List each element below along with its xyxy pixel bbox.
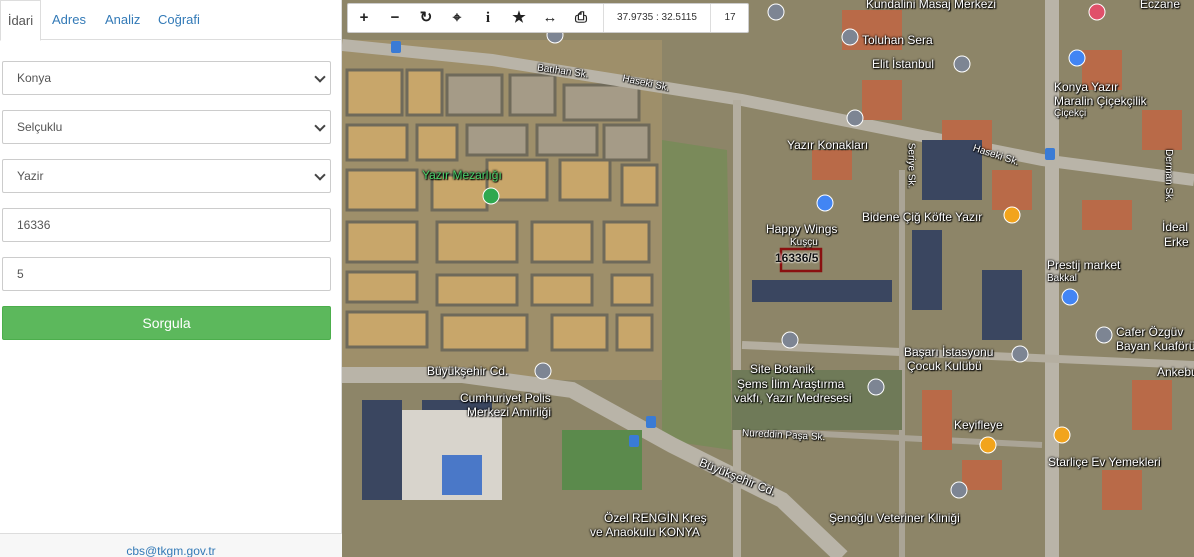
zoom-level: 17 bbox=[724, 12, 736, 23]
poi-merkezi: Merkezi Amirliği bbox=[467, 405, 552, 419]
info-icon[interactable]: i bbox=[473, 4, 503, 32]
locate-icon[interactable]: ⌖ bbox=[442, 4, 472, 32]
print-icon[interactable]: ⎙ bbox=[566, 4, 596, 32]
poi-mezarlik[interactable]: Yazır Mezarlığı bbox=[422, 168, 502, 182]
poi-ideal[interactable]: İdeal bbox=[1162, 220, 1188, 234]
poi-bakkal: Bakkal bbox=[1047, 273, 1078, 284]
district-value: Selçuklu bbox=[17, 120, 63, 134]
coordinate-readout: 37.9735 : 32.5115 bbox=[603, 4, 711, 32]
parcel-input[interactable]: 5 bbox=[2, 257, 331, 291]
poi-bidene[interactable]: Bidene Çiğ Köfte Yazır bbox=[862, 210, 982, 224]
poi-bayan[interactable]: Bayan Kuaförü bbox=[1116, 339, 1194, 353]
poi-eczane[interactable]: Eczane bbox=[1140, 0, 1180, 11]
poi-marali2[interactable]: Maralin Çiçekçilik bbox=[1054, 94, 1147, 108]
zoom-in-icon[interactable]: + bbox=[349, 4, 379, 32]
poi-anaokulu: ve Anaokulu KONYA bbox=[590, 525, 700, 539]
query-panel: İdari Adres Analiz Coğrafi Konya Selçukl… bbox=[0, 0, 342, 557]
neighborhood-value: Yazir bbox=[17, 169, 44, 183]
poi-toluhan[interactable]: Toluhan Sera bbox=[862, 33, 933, 47]
zoom-out-icon[interactable]: − bbox=[380, 4, 410, 32]
poi-prestij[interactable]: Prestij market bbox=[1047, 258, 1120, 272]
tab-bar: İdari Adres Analiz Coğrafi bbox=[0, 0, 342, 41]
province-select[interactable]: Konya bbox=[2, 61, 331, 95]
poi-keyifleye[interactable]: Keyifleye bbox=[954, 418, 1003, 432]
star-icon[interactable]: ★ bbox=[504, 4, 534, 32]
footer: cbs@tkgm.gov.tr bbox=[0, 533, 342, 557]
poi-starlice[interactable]: Starliçe Ev Yemekleri bbox=[1048, 455, 1161, 469]
street-ankebut: Ankebu bbox=[1157, 365, 1194, 379]
poi-kundalini[interactable]: Kundalini Masaj Merkezi bbox=[866, 0, 996, 11]
poi-cocuk: Çocuk Kulübü bbox=[907, 359, 982, 373]
province-value: Konya bbox=[17, 71, 52, 85]
tab-cografi[interactable]: Coğrafi bbox=[158, 0, 200, 40]
measure-icon[interactable]: ↔ bbox=[535, 4, 565, 32]
poi-botanik[interactable]: Site Botanik bbox=[750, 362, 814, 376]
poi-marali[interactable]: Konya Yazır bbox=[1054, 80, 1118, 94]
neighborhood-select[interactable]: Yazir bbox=[2, 159, 331, 193]
street-derman: Derman Sk. bbox=[1162, 149, 1174, 202]
tab-analiz[interactable]: Analiz bbox=[105, 0, 140, 40]
tab-adres[interactable]: Adres bbox=[52, 0, 86, 40]
parcel-label: 16336/5 bbox=[775, 251, 819, 265]
satellite-map[interactable]: 16336/5 Kundalini Masaj Merkezi Eczane T… bbox=[342, 0, 1194, 557]
poi-sems[interactable]: Şems İlim Araştırma bbox=[737, 377, 844, 391]
tab-idari[interactable]: İdari bbox=[0, 0, 41, 41]
query-button[interactable]: Sorgula bbox=[2, 306, 331, 340]
street-buyuksehir-1: Büyükşehir Cd. bbox=[427, 364, 509, 378]
poi-elit[interactable]: Elit İstanbul bbox=[872, 57, 934, 71]
poi-konaklari[interactable]: Yazır Konakları bbox=[787, 138, 868, 152]
parcel-value: 5 bbox=[17, 267, 24, 281]
poi-cumhuriyet[interactable]: Cumhuriyet Polis bbox=[460, 391, 551, 405]
poi-cafer[interactable]: Cafer Özgüv bbox=[1116, 325, 1183, 339]
poi-erke[interactable]: Erke bbox=[1164, 235, 1189, 249]
street-seriye: Seriye Sk. bbox=[905, 142, 917, 189]
poi-vakfi: vakfı, Yazır Medresesi bbox=[734, 391, 852, 405]
poi-cicekci: Çiçekçi bbox=[1054, 108, 1087, 119]
poi-happy[interactable]: Happy Wings bbox=[766, 222, 837, 236]
poi-basari[interactable]: Başarı İstasyonu bbox=[904, 345, 993, 359]
contact-email-link[interactable]: cbs@tkgm.gov.tr bbox=[126, 544, 215, 557]
poi-ozel[interactable]: Özel RENGİN Kreş bbox=[604, 511, 707, 525]
poi-kuscu: Kuşçu bbox=[790, 237, 818, 248]
block-value: 16336 bbox=[17, 218, 51, 232]
poi-senoglu[interactable]: Şenoğlu Veteriner Kliniği bbox=[829, 511, 960, 525]
map-toolbar: + − ↻ ⌖ i ★ ↔ ⎙ 37.9735 : 32.5115 17 bbox=[347, 3, 749, 33]
district-select[interactable]: Selçuklu bbox=[2, 110, 331, 144]
refresh-icon[interactable]: ↻ bbox=[411, 4, 441, 32]
block-input[interactable]: 16336 bbox=[2, 208, 331, 242]
